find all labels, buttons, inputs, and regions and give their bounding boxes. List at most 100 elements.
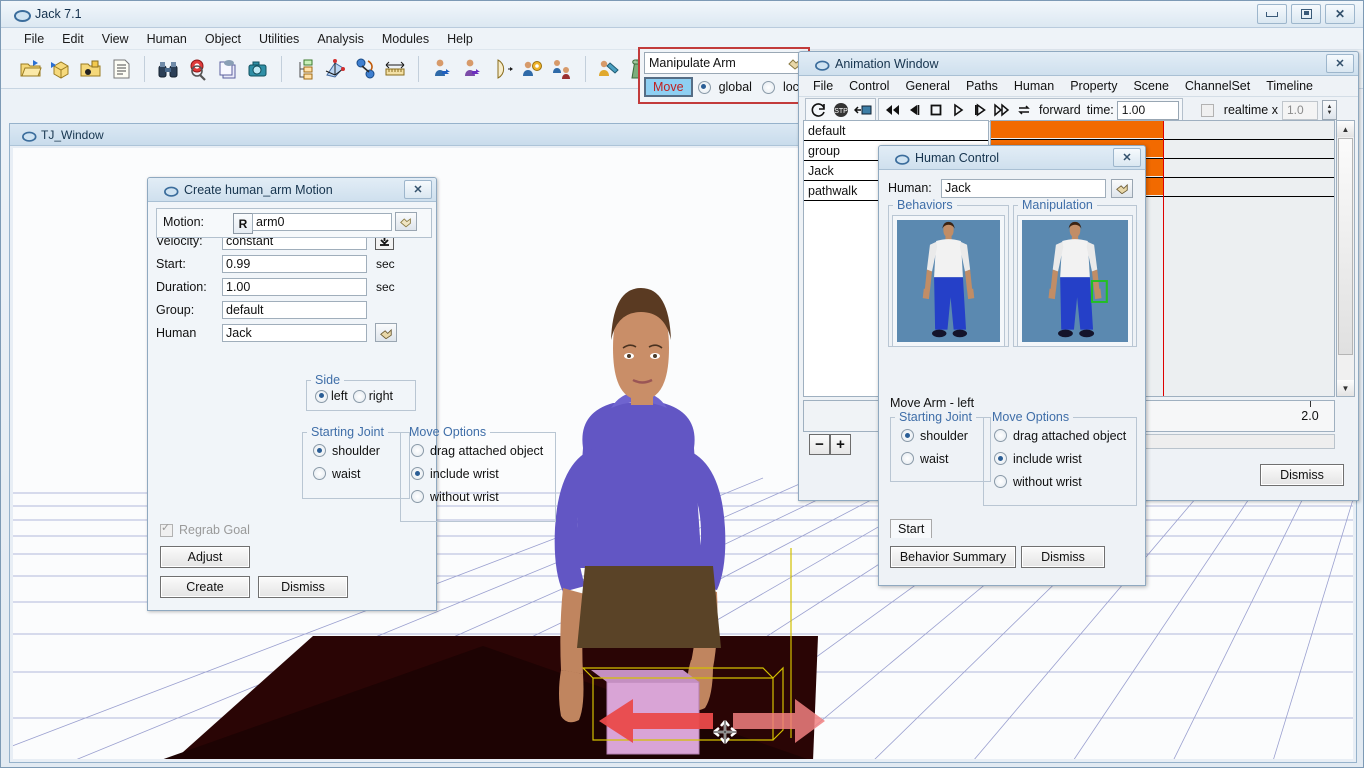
anim-menu-channelset[interactable]: ChannelSet [1177, 78, 1258, 94]
human-blue-arrow-icon[interactable] [429, 56, 455, 82]
motion-r-button[interactable]: R [233, 213, 253, 234]
human-swap-icon[interactable] [549, 56, 575, 82]
anim-menu-control[interactable]: Control [841, 78, 897, 94]
timeline-vscrollbar[interactable]: ▲ ▼ [1336, 120, 1355, 397]
radio-without-wrist[interactable] [994, 475, 1007, 488]
option-drag-attached-object[interactable]: drag attached object [401, 439, 555, 462]
behaviors-thumbnail[interactable] [892, 215, 1005, 347]
anim-menu-general[interactable]: General [897, 78, 957, 94]
menu-modules[interactable]: Modules [373, 30, 438, 48]
loop-reset-icon[interactable] [809, 101, 828, 120]
anim-menu-property[interactable]: Property [1062, 78, 1125, 94]
group-input[interactable]: default [222, 300, 367, 319]
tree-hierarchy-icon[interactable] [292, 56, 318, 82]
radio-drag-attached-object[interactable] [411, 444, 424, 457]
checkbox-icon[interactable] [160, 521, 173, 537]
menu-human[interactable]: Human [138, 30, 196, 48]
loop-icon[interactable] [1014, 101, 1033, 120]
save-folder-icon[interactable] [78, 56, 104, 82]
human-purple-arrow-icon[interactable] [459, 56, 485, 82]
anim-menu-file[interactable]: File [805, 78, 841, 94]
realtime-checkbox[interactable] [1200, 103, 1214, 117]
close-button[interactable]: ✕ [1325, 4, 1355, 24]
radio-drag-attached-object[interactable] [994, 429, 1007, 442]
document-list-icon[interactable] [108, 56, 134, 82]
binoculars-icon[interactable] [155, 56, 181, 82]
radio-include-wrist[interactable] [994, 452, 1007, 465]
joint-link-icon[interactable] [352, 56, 378, 82]
stop-record-icon[interactable]: STP [831, 101, 850, 120]
realtime-multiplier-input[interactable]: 1.0 [1281, 100, 1318, 120]
menu-analysis[interactable]: Analysis [308, 30, 373, 48]
adjust-button[interactable]: Adjust [160, 546, 250, 568]
move-button[interactable]: Move [644, 77, 693, 97]
radio-waist[interactable] [313, 467, 326, 480]
open-folder-icon[interactable] [18, 56, 44, 82]
list-item[interactable]: default [804, 121, 988, 141]
protractor-icon[interactable] [489, 56, 515, 82]
close-icon[interactable]: ✕ [1326, 54, 1354, 73]
add-camera-icon[interactable] [853, 101, 872, 120]
option-include-wrist[interactable]: include wrist [401, 462, 555, 485]
menu-object[interactable]: Object [196, 30, 250, 48]
hand-pointer-icon[interactable] [375, 323, 397, 342]
scroll-down-icon[interactable]: ▼ [1337, 380, 1354, 396]
minimize-button[interactable] [1257, 4, 1287, 24]
manipulate-arm-field[interactable]: Manipulate Arm [644, 52, 808, 74]
axes-motion-icon[interactable] [322, 56, 348, 82]
hand-pointer-icon[interactable] [395, 212, 417, 231]
hc-option-shoulder[interactable]: shoulder [891, 424, 990, 447]
hc-option-drag-attached-object[interactable]: drag attached object [984, 424, 1136, 447]
fast-forward-icon[interactable] [992, 101, 1011, 120]
start-input[interactable]: 0.99 [222, 254, 367, 273]
play-icon[interactable] [948, 101, 967, 120]
hc-option-include-wrist[interactable]: include wrist [984, 447, 1136, 470]
human-field-input[interactable]: Jack [941, 178, 1106, 198]
radio-global[interactable] [697, 80, 711, 94]
step-forward-icon[interactable] [970, 101, 989, 120]
manipulation-thumbnail[interactable] [1017, 215, 1133, 347]
time-input[interactable]: 1.00 [1116, 100, 1179, 120]
scroll-thumb[interactable] [1338, 138, 1353, 355]
radio-side-left[interactable] [315, 389, 328, 403]
hc-option-without-wrist[interactable]: without wrist [984, 470, 1136, 493]
hc-option-waist[interactable]: waist [891, 447, 990, 470]
yellow-box-icon[interactable] [48, 56, 74, 82]
create-button[interactable]: Create [160, 576, 250, 598]
close-icon[interactable]: ✕ [1113, 148, 1141, 167]
motion-dismiss-button[interactable]: Dismiss [258, 576, 348, 598]
radio-shoulder[interactable] [901, 429, 914, 442]
step-back-icon[interactable] [904, 101, 923, 120]
measure-ruler-icon[interactable] [382, 56, 408, 82]
close-icon[interactable]: ✕ [404, 180, 432, 199]
menu-file[interactable]: File [15, 30, 53, 48]
human-input[interactable]: Jack [222, 323, 367, 342]
menu-edit[interactable]: Edit [53, 30, 93, 48]
anim-menu-scene[interactable]: Scene [1125, 78, 1176, 94]
anim-menu-human[interactable]: Human [1006, 78, 1062, 94]
radio-shoulder[interactable] [313, 444, 326, 457]
anim-menu-paths[interactable]: Paths [958, 78, 1006, 94]
menu-utilities[interactable]: Utilities [250, 30, 308, 48]
hand-pointer-icon[interactable] [1111, 178, 1133, 198]
regrab-goal-checkbox[interactable]: Regrab Goal [160, 521, 250, 537]
track-bar[interactable] [991, 121, 1163, 138]
duration-input[interactable]: 1.00 [222, 277, 367, 296]
zoom-in-button[interactable]: + [830, 434, 851, 455]
rewind-to-start-icon[interactable] [882, 101, 901, 120]
option-without-wrist[interactable]: without wrist [401, 485, 555, 508]
realtime-spinner[interactable]: ▲ ▼ [1321, 100, 1337, 120]
scroll-up-icon[interactable]: ▲ [1337, 121, 1354, 137]
menu-view[interactable]: View [93, 30, 138, 48]
behavior-summary-button[interactable]: Behavior Summary [890, 546, 1016, 568]
camera-icon[interactable] [245, 56, 271, 82]
motion-value-input[interactable]: arm0 [252, 213, 392, 231]
zoom-target-icon[interactable] [185, 56, 211, 82]
radio-side-right[interactable] [352, 389, 366, 403]
radio-waist[interactable] [901, 452, 914, 465]
timeline-playhead[interactable] [1163, 121, 1164, 396]
option-shoulder[interactable]: shoulder [303, 439, 409, 462]
tab-start[interactable]: Start [890, 519, 933, 538]
human-control-dismiss-button[interactable]: Dismiss [1021, 546, 1105, 568]
anim-menu-timeline[interactable]: Timeline [1258, 78, 1321, 94]
